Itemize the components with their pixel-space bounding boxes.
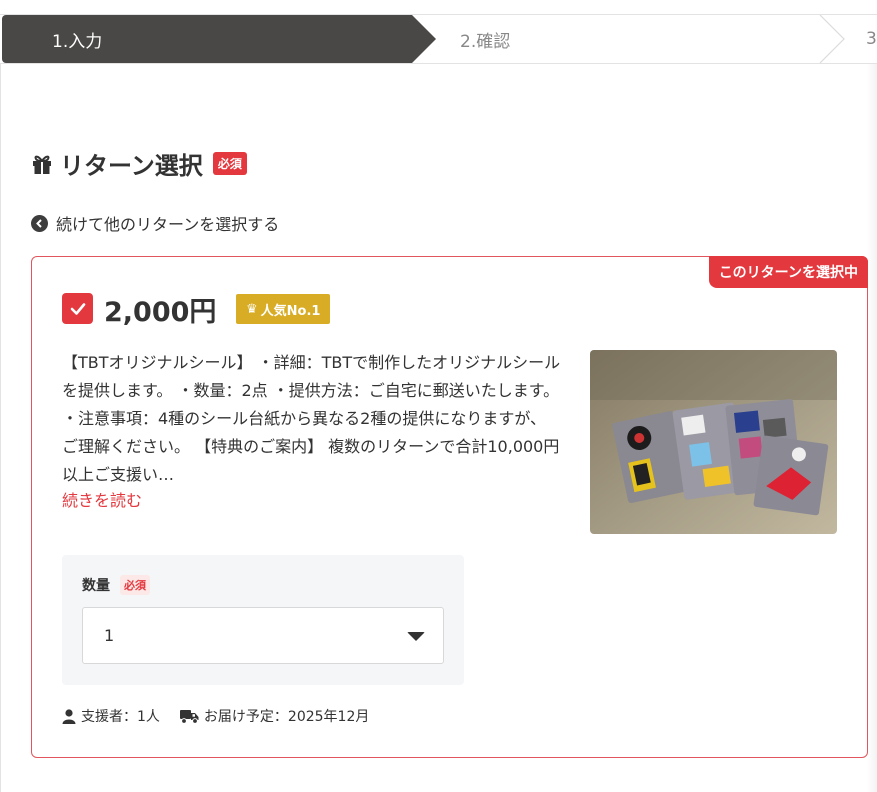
progress-stepper: 1.入力 2.確認 3 <box>0 14 877 64</box>
quantity-select[interactable]: 1 <box>82 607 444 664</box>
step-separator-chevron-icon <box>819 15 845 63</box>
supporters-info: 支援者：1人 <box>62 706 160 726</box>
truck-icon <box>179 709 199 724</box>
chevron-left-icon <box>31 214 48 232</box>
delivery-info: お届け予定：2025年12月 <box>179 706 370 726</box>
section-header: リターン選択 必須 <box>32 146 247 181</box>
step-input-label: 1.入力 <box>52 31 103 52</box>
user-icon <box>62 708 76 724</box>
reward-checkbox[interactable] <box>62 293 93 324</box>
step-complete-label: 3 <box>866 29 877 49</box>
read-more-link[interactable]: 続きを読む <box>62 487 142 511</box>
step-confirm-label: 2.確認 <box>460 31 511 52</box>
quantity-panel: 数量 必須 1 <box>62 555 464 685</box>
gift-icon <box>33 155 51 174</box>
reward-meta: 支援者：1人 お届け予定：2025年12月 <box>62 706 389 726</box>
supporters-count: 支援者：1人 <box>81 709 160 725</box>
quantity-label: 数量 <box>82 578 110 594</box>
step-confirm: 2.確認 <box>460 15 510 63</box>
quantity-label-row: 数量 必須 <box>82 575 150 595</box>
crown-icon: ♛ <box>246 301 258 317</box>
reward-price: 2,000円 <box>104 297 217 328</box>
popularity-badge: ♛ 人気No.1 <box>236 294 331 324</box>
caret-down-icon <box>407 632 425 641</box>
quantity-value: 1 <box>104 626 115 645</box>
check-icon <box>70 302 85 315</box>
quantity-required-badge: 必須 <box>120 575 150 595</box>
reward-description: 【TBTオリジナルシール】 ・詳細：TBTで制作したオリジナルシールを提供します… <box>62 353 561 484</box>
step-active-arrow <box>412 15 436 63</box>
right-edge-shadow <box>867 64 877 792</box>
reward-card[interactable]: このリターンを選択中 2,000円 ♛ 人気No.1 【TBTオリジナルシール】… <box>31 256 868 758</box>
section-title: リターン選択 <box>60 152 203 180</box>
popularity-label: 人気No.1 <box>260 303 321 319</box>
select-other-reward-label: 続けて他のリターンを選択する <box>56 215 280 234</box>
reward-photo <box>590 350 837 534</box>
step-complete: 3 <box>866 15 877 63</box>
required-badge: 必須 <box>212 152 247 175</box>
select-other-reward-link[interactable]: 続けて他のリターンを選択する <box>31 211 279 235</box>
delivery-schedule: お届け予定：2025年12月 <box>203 709 370 725</box>
selected-reward-tab: このリターンを選択中 <box>708 256 868 288</box>
step-input: 1.入力 <box>2 15 412 63</box>
left-border <box>0 64 1 792</box>
